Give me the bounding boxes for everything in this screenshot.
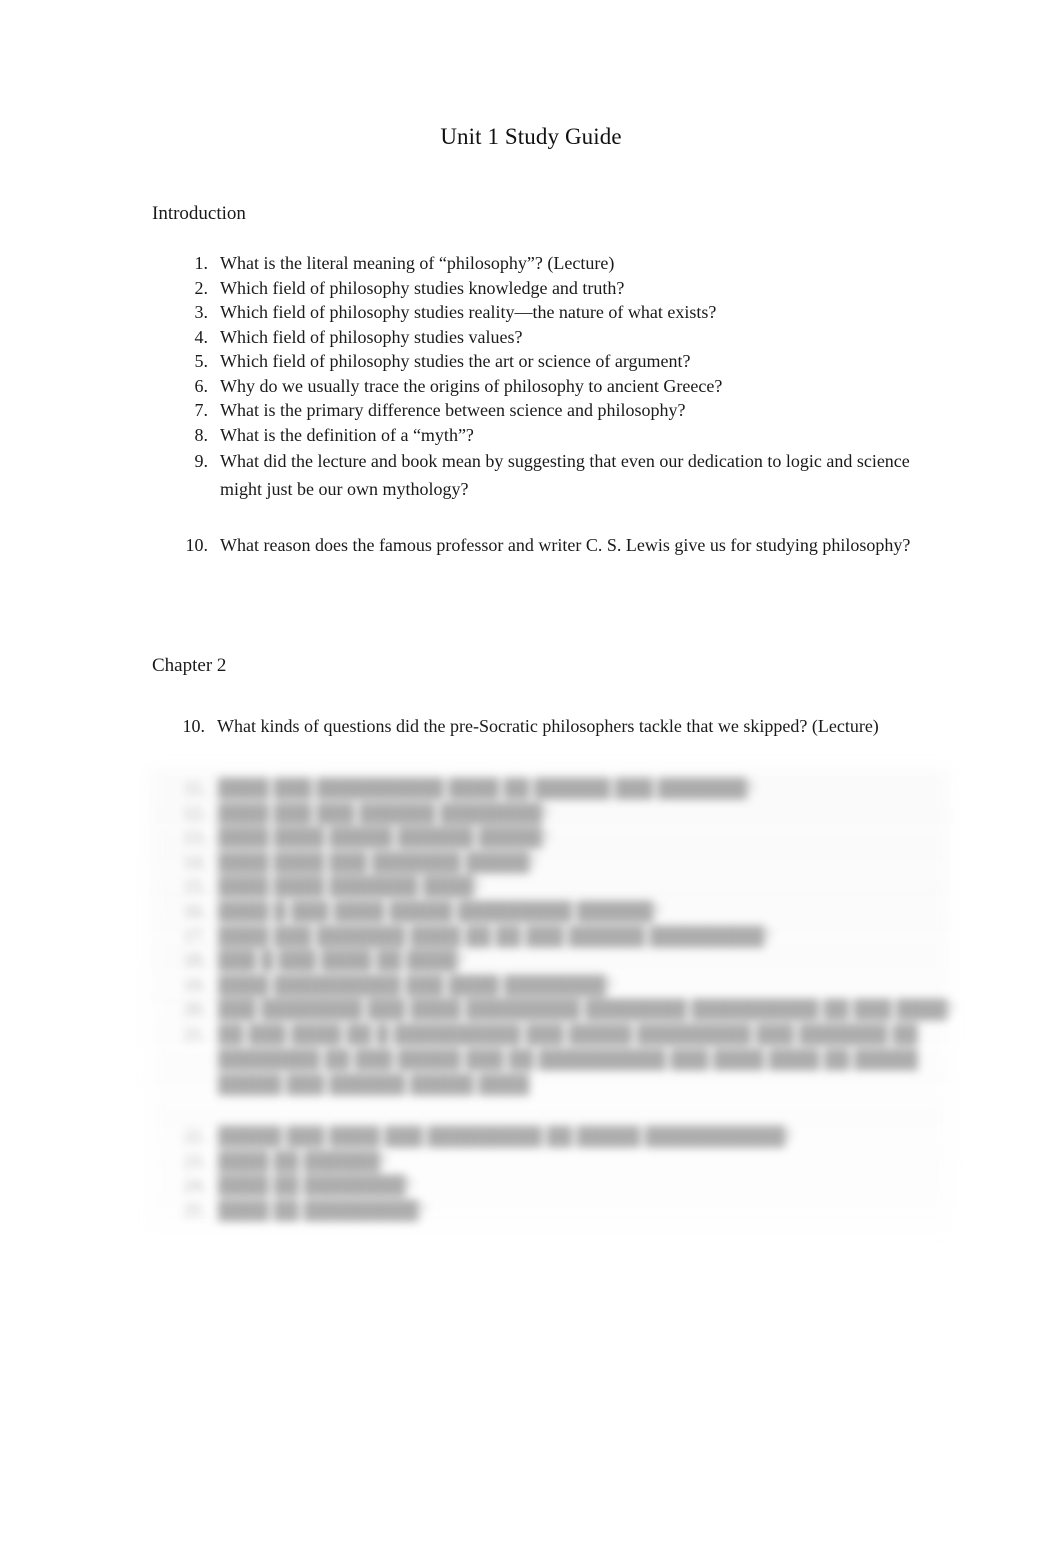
list-item-text: Which field of philosophy studies the ar… [220,351,691,371]
document-page: Unit 1 Study Guide Introduction 1. What … [0,0,1062,1561]
list-item-number: 10. [182,716,206,736]
list-item: 10. What kinds of questions did the pre-… [152,701,942,751]
list-item-number: 8. [194,424,209,445]
question-list-chapter-2: 10. What kinds of questions did the pre-… [152,701,942,751]
redacted-row-number: 12. [183,802,207,823]
page-title: Unit 1 Study Guide [440,124,622,149]
list-item-text: What is the definition of a “myth”? [220,424,474,445]
redacted-row: 14. ████ ████ ███ ███████ █████? [152,850,942,875]
redacted-row-number: 23. [183,1150,207,1171]
redacted-row-number: 24. [183,1175,207,1196]
redacted-row-gap [152,1097,942,1124]
redacted-row: 12. ████ ███ ███ ██████ ████████? [152,801,942,826]
redacted-row-text: ████ ███ ███ ██████ ████████? [218,802,551,823]
section-heading-chapter-2: Chapter 2 [152,653,226,679]
list-item: 3. Which field of philosophy studies rea… [152,300,942,325]
list-item: 6. Why do we usually trace the origins o… [152,374,942,399]
list-item: 10. What reason does the famous professo… [152,531,942,559]
list-item-text: Which field of philosophy studies values… [220,326,523,347]
list-item-number: 9. [194,451,209,471]
question-list-introduction: 1. What is the literal meaning of “philo… [152,251,942,559]
redacted-row-text: ████ ██ ██████? [218,1150,389,1171]
list-item-text: What is the primary difference between s… [220,400,686,420]
redacted-row-text: ████ ████ ███ ███████ █████? [218,851,538,872]
redacted-row-text: ████ ████ ███████ ████? [218,876,482,897]
redacted-row: 16. ████ █ ███ ████ █████ █████████ ████… [152,899,942,924]
list-item-number: 4. [194,326,209,347]
redacted-row: 19. ████ ██████████ ███ ████ ████████? [152,973,942,998]
redacted-row: 24. ████ ██ ████████? [152,1173,942,1198]
redacted-row-number: 19. [183,974,207,995]
redacted-row: 21. ██ ███ ████ ██ █ ██████████ ███ ████… [152,1022,942,1097]
redacted-row-number: 22. [183,1125,207,1146]
redacted-row-number: 16. [183,900,207,921]
section-heading-introduction: Introduction [152,201,246,227]
list-item-text: Why do we usually trace the origins of p… [220,375,723,396]
redacted-row-text: ████ ██ ████████? [218,1175,414,1196]
redacted-row: 22. █████ ███ ████ ███ █████████ ██ ████… [152,1124,942,1149]
list-item-number: 5. [194,351,209,371]
redacted-row-number: 20. [183,999,207,1020]
list-item: 7. What is the primary difference betwee… [152,398,942,423]
list-item: 4. Which field of philosophy studies val… [152,325,942,350]
redacted-row-number: 17. [183,925,207,946]
list-item-number: 6. [194,375,209,396]
list-item-text: What did the lecture and book mean by su… [220,451,910,499]
redacted-row-number: 15. [183,876,207,897]
redacted-row: 15. ████ ████ ███████ ████? [152,874,942,899]
redacted-row-text: ████ ███ ███████ ████ ██ ██ ███ ██████ █… [218,925,773,946]
redacted-row: 25. ████ ██ █████████? [152,1198,942,1223]
list-item-number: 1. [194,253,209,273]
list-item-text: What kinds of questions did the pre-Socr… [217,716,879,736]
list-item: 5. Which field of philosophy studies the… [152,349,942,374]
redacted-row-number: 13. [183,827,207,848]
list-item-text: What is the literal meaning of “philosop… [220,253,615,273]
redacted-question-list: 11. ████ ███ ██████████ ████ ██ ██████ █… [152,776,956,1223]
redacted-row-text: ████ ███ ██████████ ████ ██ ██████ ███ █… [218,778,755,798]
redacted-row: 23. ████ ██ ██████? [152,1149,942,1174]
redacted-row: 17. ████ ███ ███████ ████ ██ ██ ███ ████… [152,924,942,949]
list-item: 8. What is the definition of a “myth”? [152,423,942,448]
list-item-text: Which field of philosophy studies realit… [220,302,717,322]
redacted-row-text: ████ ██████████ ███ ████ ████████? [218,974,614,995]
redacted-row-number: 11. [184,778,206,798]
redacted-row-number: 25. [183,1199,207,1220]
redacted-row-number: 21. [183,1023,207,1044]
list-item: 9. What did the lecture and book mean by… [152,447,942,503]
list-item-text: What reason does the famous professor an… [220,535,911,555]
redacted-row-number: 18. [183,950,207,971]
list-item: 2. Which field of philosophy studies kno… [152,276,942,301]
list-item-number: 7. [194,400,209,420]
list-item-text: Which field of philosophy studies knowle… [220,277,625,298]
redacted-row: 18. ███ █ ███ ████ ██ ████? [152,948,942,973]
redacted-row-text: ███ █ ███ ████ ██ ████? [218,950,466,971]
redacted-row-text: ███ ████████ ███ ████ █████████ ████████… [218,999,956,1020]
list-item-number: 2. [194,277,209,298]
redacted-row-text: ████ ████ █████ ██████ █████? [218,827,551,848]
redacted-row: 13. ████ ████ █████ ██████ █████? [152,825,942,850]
redacted-row-number: 14. [183,851,207,872]
redacted-row: 20. ███ ████████ ███ ████ █████████ ████… [152,997,956,1022]
list-item: 1. What is the literal meaning of “philo… [152,251,942,276]
redacted-row: 11. ████ ███ ██████████ ████ ██ ██████ █… [152,776,942,801]
redacted-row-text: ████ █ ███ ████ █████ █████████ ██████? [218,900,662,921]
redacted-row-text: █████ ███ ████ ███ █████████ ██ █████ ██… [218,1125,794,1146]
list-item-number: 10. [185,535,209,555]
redaction-haze [150,770,950,1230]
redacted-row-text: ████ ██ █████████? [218,1199,427,1220]
list-item-number: 3. [194,302,209,322]
redacted-row-text: ██ ███ ████ ██ █ ██████████ ███ █████ ██… [218,1023,918,1094]
